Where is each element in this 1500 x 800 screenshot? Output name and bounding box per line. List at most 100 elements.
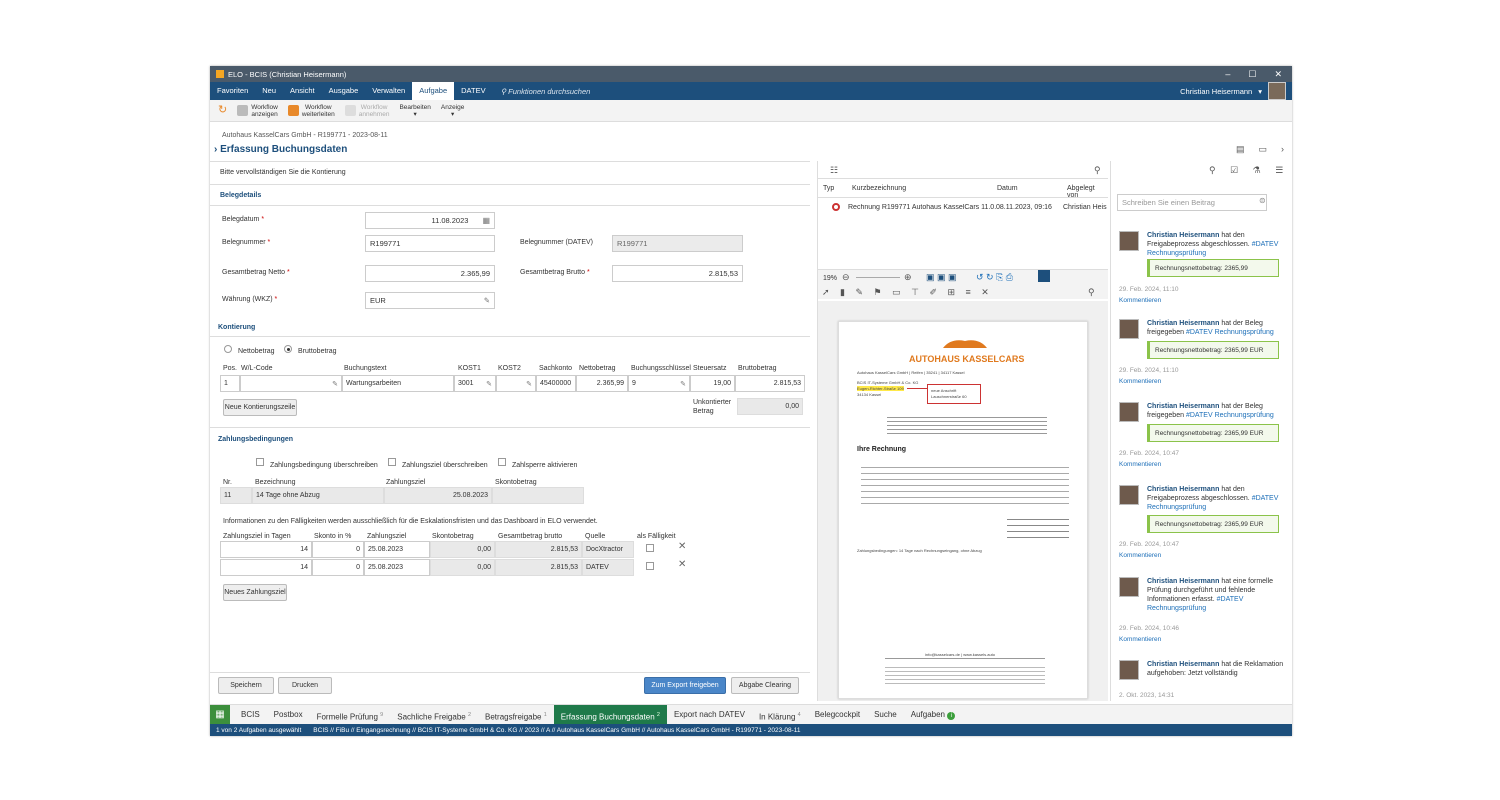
panel-icon[interactable]: ▭ <box>1258 144 1267 155</box>
tab-in-klaerung[interactable]: In Klärung 4 <box>752 705 808 725</box>
row-bruttobetrag[interactable]: 2.815,53 <box>735 375 805 392</box>
user-menu[interactable]: Christian Heisermann ▾ <box>1180 82 1292 100</box>
tab-favoriten[interactable]: Favoriten <box>210 82 255 100</box>
tab-postbox[interactable]: Postbox <box>267 705 310 725</box>
edit-icon[interactable]: ✎ <box>680 380 686 388</box>
apps-grid-icon[interactable]: ▦ <box>210 704 230 725</box>
workflow-annehmen-button[interactable]: Workflow annehmen <box>344 104 389 118</box>
zoom-out-icon[interactable]: ⊖ <box>842 272 850 283</box>
function-search[interactable]: ⚲ Funktionen durchsuchen <box>501 87 591 96</box>
comment-link[interactable]: Kommentieren <box>1119 461 1161 468</box>
f-row2-faelligkeit-checkbox[interactable] <box>646 562 654 570</box>
comment-author[interactable]: Christian Heisermann <box>1147 486 1219 493</box>
row-kost1[interactable]: 3001 ✎ <box>454 375 496 392</box>
row-buchungsschluessel[interactable]: 9 ✎ <box>628 375 690 392</box>
f-row2-tage[interactable]: 14 <box>220 559 312 576</box>
row-sachkonto[interactable]: 45400000 <box>536 375 576 392</box>
tab-betragsfreigabe[interactable]: Betragsfreigabe 1 <box>478 705 554 725</box>
belegdatum-field[interactable]: 11.08.2023 ▦ <box>365 212 495 229</box>
neue-kontierungszeile-button[interactable]: Neue Kontierungszeile <box>223 399 297 416</box>
comment-author[interactable]: Christian Heisermann <box>1147 232 1219 239</box>
tab-bcis[interactable]: BCIS <box>234 705 267 725</box>
tab-export-datev[interactable]: Export nach DATEV <box>667 705 752 725</box>
f-row1-faelligkeit-checkbox[interactable] <box>646 544 654 552</box>
f-row1-skonto[interactable]: 0 <box>312 541 364 558</box>
chevron-right-icon[interactable]: › <box>1281 144 1284 155</box>
tab-datev[interactable]: DATEV <box>454 82 492 100</box>
comment-tag[interactable]: #DATEV Rechnungsprüfung <box>1186 412 1274 419</box>
list-view-icon[interactable]: ☷ <box>830 165 838 176</box>
tab-neu[interactable]: Neu <box>255 82 283 100</box>
f-row1-tage[interactable]: 14 <box>220 541 312 558</box>
comment-author[interactable]: Christian Heisermann <box>1147 661 1219 668</box>
tab-sachliche-freigabe[interactable]: Sachliche Freigabe 2 <box>390 705 478 725</box>
annotation-icon[interactable] <box>1038 270 1050 282</box>
edit-icon[interactable]: ✎ <box>332 380 338 388</box>
neues-zahlungsziel-button[interactable]: Neues Zahlungsziel <box>223 584 287 601</box>
maximize-icon[interactable]: ☐ <box>1248 69 1256 80</box>
workflow-weiterleiten-button[interactable]: Workflow weiterleiten <box>287 104 335 118</box>
comment-link[interactable]: Kommentieren <box>1119 636 1161 643</box>
edit-icon[interactable]: ✎ <box>526 380 532 388</box>
comment-author[interactable]: Christian Heisermann <box>1147 578 1219 585</box>
tab-belegcockpit[interactable]: Belegcockpit <box>808 705 867 725</box>
edit-icon[interactable]: ✎ <box>484 296 490 305</box>
checkbox-zahlungsbedingung[interactable] <box>256 458 264 466</box>
row-kost2[interactable]: ✎ <box>496 375 536 392</box>
checkbox-zahlsperre[interactable] <box>498 458 506 466</box>
comment-link[interactable]: Kommentieren <box>1119 378 1161 385</box>
tab-formelle-pruefung[interactable]: Formelle Prüfung 9 <box>310 705 391 725</box>
row-steuersatz[interactable]: 19,00 <box>690 375 735 392</box>
tab-erfassung-buchungsdaten[interactable]: Erfassung Buchungsdaten 2 <box>553 704 667 725</box>
f-row1-ziel[interactable]: 25.08.2023 <box>364 541 430 558</box>
delete-icon[interactable]: ✕ <box>678 541 686 552</box>
annotation-tools[interactable]: ➚ ▮ ✎ ⚑ ▭ ⊤ ✐ ⊞ ≡ ✕ <box>822 287 993 298</box>
checkbox-zahlungsziel[interactable] <box>388 458 396 466</box>
tab-verwalten[interactable]: Verwalten <box>365 82 412 100</box>
drucken-button[interactable]: Drucken <box>278 677 332 694</box>
abgabe-clearing-button[interactable]: Abgabe Clearing <box>731 677 799 694</box>
comment-link[interactable]: Kommentieren <box>1119 552 1161 559</box>
tab-ansicht[interactable]: Ansicht <box>283 82 322 100</box>
zoom-in-icon[interactable]: ⊕ <box>904 272 912 283</box>
f-row2-skonto[interactable]: 0 <box>312 559 364 576</box>
post-icon[interactable]: ⊜ <box>1259 196 1266 205</box>
feed-input[interactable]: Schreiben Sie einen Beitrag <box>1117 194 1267 211</box>
comment-author[interactable]: Christian Heisermann <box>1147 403 1219 410</box>
delete-icon[interactable]: ✕ <box>678 559 686 570</box>
doc-row-name[interactable]: Rechnung R199771 Autohaus KasselCars 11.… <box>848 204 996 211</box>
waehrung-field[interactable]: EUR ✎ <box>365 292 495 309</box>
row-wl-code[interactable]: ✎ <box>240 375 342 392</box>
workflow-anzeigen-button[interactable]: Workflow anzeigen <box>237 104 278 118</box>
bearbeiten-menu[interactable]: Bearbeiten ▾ <box>399 104 430 118</box>
gesamtbetrag-netto-field[interactable]: 2.365,99 <box>365 265 495 282</box>
f-row2-ziel[interactable]: 25.08.2023 <box>364 559 430 576</box>
radio-bruttobetrag[interactable] <box>284 345 292 353</box>
calendar-icon[interactable]: ▦ <box>482 216 490 225</box>
zoom-slider[interactable] <box>856 277 900 278</box>
document-icon[interactable]: ▤ <box>1236 144 1245 155</box>
search-icon[interactable]: ⚲ <box>1088 287 1095 298</box>
anzeige-menu[interactable]: Anzeige ▾ <box>441 104 465 118</box>
radio-nettobetrag[interactable] <box>224 345 232 353</box>
close-icon[interactable]: ✕ <box>1274 69 1282 80</box>
feed-toolbar[interactable]: ⚲ ☑ ⚗ ☰ <box>1209 165 1289 176</box>
comment-author[interactable]: Christian Heisermann <box>1147 320 1219 327</box>
fit-page-icon[interactable]: ▣ ▣ ▣ <box>926 272 957 283</box>
speichern-button[interactable]: Speichern <box>218 677 274 694</box>
row-buchungstext[interactable]: Wartungsarbeiten <box>342 375 454 392</box>
row-nettobetrag[interactable]: 2.365,99 <box>576 375 628 392</box>
export-freigeben-button[interactable]: Zum Export freigeben <box>644 677 726 694</box>
tab-aufgabe[interactable]: Aufgabe <box>412 82 455 100</box>
tab-ausgabe[interactable]: Ausgabe <box>322 82 366 100</box>
tab-aufgaben[interactable]: Aufgaben i <box>904 705 963 725</box>
gesamtbetrag-brutto-field[interactable]: 2.815,53 <box>612 265 743 282</box>
refresh-button[interactable]: ↻ <box>218 105 227 116</box>
belegnummer-field[interactable]: R199771 <box>365 235 495 252</box>
tab-suche[interactable]: Suche <box>867 705 904 725</box>
edit-icon[interactable]: ✎ <box>486 380 492 388</box>
comment-tag[interactable]: #DATEV Rechnungsprüfung <box>1186 329 1274 336</box>
search-icon[interactable]: ⚲ <box>1094 165 1101 176</box>
rotate-icon[interactable]: ↺ ↻ ⎘ ⎙ <box>976 272 1013 283</box>
comment-link[interactable]: Kommentieren <box>1119 297 1161 304</box>
